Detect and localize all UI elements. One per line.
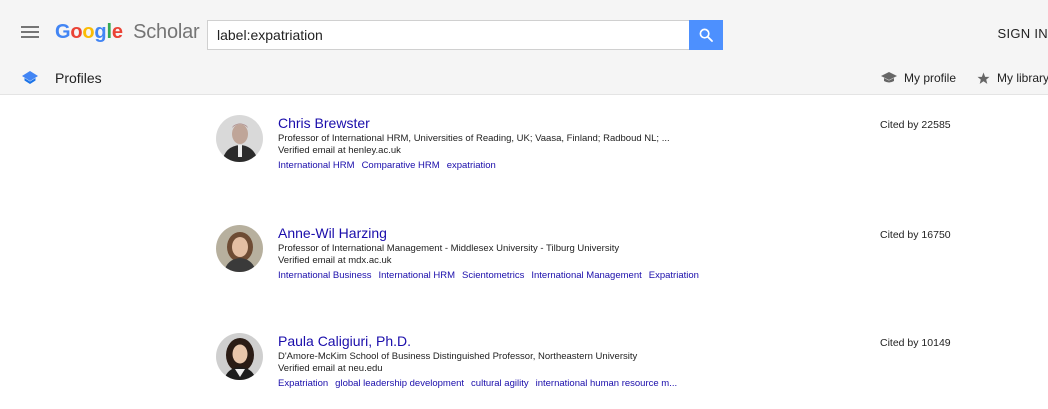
cited-by-count[interactable]: Cited by 16750 [880, 229, 951, 241]
profile-email: Verified email at henley.ac.uk [278, 145, 401, 156]
profile-affiliation: D'Amore-McKim School of Business Disting… [278, 351, 638, 362]
interest-link[interactable]: expatriation [447, 160, 496, 171]
logo-letter: o [82, 21, 95, 43]
avatar[interactable] [216, 333, 263, 380]
avatar[interactable] [216, 225, 263, 272]
star-icon [977, 72, 990, 84]
profile-name[interactable]: Anne-Wil Harzing [278, 225, 728, 241]
sign-in-button[interactable]: SIGN IN [998, 26, 1048, 41]
search-box [207, 20, 689, 50]
graduation-cap-icon [881, 72, 897, 83]
interest-link[interactable]: Scientometrics [462, 270, 524, 281]
interest-link[interactable]: Expatriation [649, 270, 699, 281]
my-profile-label: My profile [904, 71, 957, 85]
interest-link[interactable]: international human resource m... [536, 378, 678, 389]
interest-link[interactable]: Comparative HRM [362, 160, 440, 171]
search-icon [699, 28, 713, 42]
search-input[interactable] [208, 21, 687, 49]
profile-email: Verified email at neu.edu [278, 363, 383, 374]
logo-letter: o [70, 21, 83, 43]
logo-letter: e [111, 21, 123, 43]
interest-link[interactable]: global leadership development [335, 378, 464, 389]
my-library-link[interactable]: My library [977, 71, 1048, 85]
profile-email: Verified email at mdx.ac.uk [278, 255, 392, 266]
profiles-icon [22, 71, 38, 84]
logo-letter: g [94, 21, 107, 43]
search-button[interactable] [689, 20, 723, 50]
my-profile-link[interactable]: My profile [881, 71, 956, 85]
profile-interests: International Business International HRM S… [278, 270, 728, 282]
profile-name[interactable]: Paula Caligiuri, Ph.D. [278, 333, 728, 349]
profile-interests: International HRM Comparative HRM expatria… [278, 160, 728, 172]
my-library-label: My library [997, 71, 1048, 85]
interest-link[interactable]: International HRM [378, 270, 455, 281]
logo-letter: G [55, 21, 71, 43]
cited-by-count[interactable]: Cited by 10149 [880, 337, 951, 349]
interest-link[interactable]: International Business [278, 270, 371, 281]
google-scholar-logo[interactable]: Google Scholar [55, 21, 200, 44]
logo-product-name: Scholar [133, 21, 200, 43]
profile-name[interactable]: Chris Brewster [278, 115, 728, 131]
profile-affiliation: Professor of International HRM, Universi… [278, 133, 670, 144]
interest-link[interactable]: International HRM [278, 160, 355, 171]
menu-icon[interactable] [21, 26, 39, 38]
page-title: Profiles [55, 70, 102, 86]
profile-affiliation: Professor of International Management - … [278, 243, 620, 254]
interest-link[interactable]: Expatriation [278, 378, 328, 389]
avatar[interactable] [216, 115, 263, 162]
profile-interests: Expatriation global leadership developmen… [278, 378, 728, 390]
interest-link[interactable]: International Management [531, 270, 641, 281]
cited-by-count[interactable]: Cited by 22585 [880, 119, 951, 131]
interest-link[interactable]: cultural agility [471, 378, 529, 389]
